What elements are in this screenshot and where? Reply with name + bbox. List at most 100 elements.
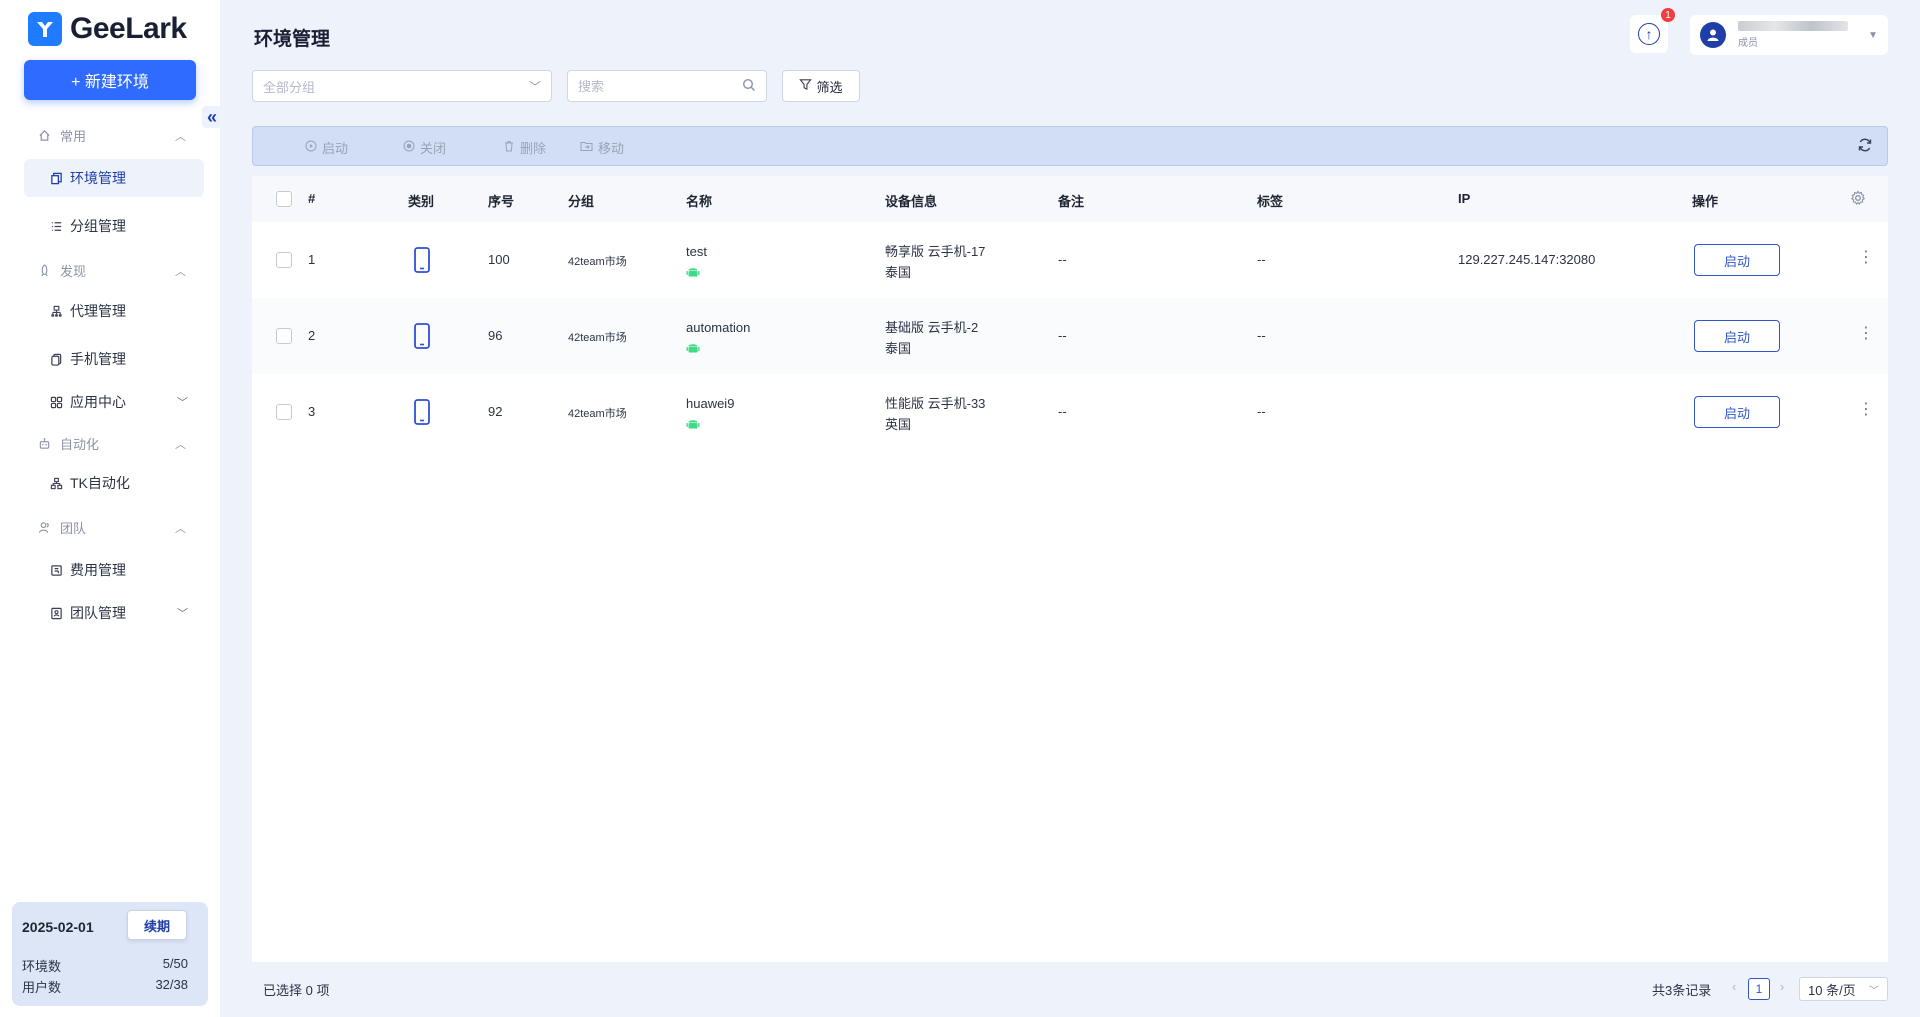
- batch-move-label: 移动: [598, 141, 625, 156]
- chevron-right-icon[interactable]: ›: [1780, 979, 1784, 994]
- refresh-icon[interactable]: [1857, 137, 1873, 158]
- search-icon[interactable]: [742, 78, 756, 95]
- phone-icon: [414, 247, 430, 273]
- sidebar: GeeLark + 新建环境 « 常用 ︿ 环境管理 分组管理 发现 ︿ 代理管…: [0, 0, 222, 1017]
- sidebar-item-label: 应用中心: [70, 394, 126, 410]
- user-role: 成员: [1738, 38, 1758, 49]
- android-icon: [686, 341, 700, 353]
- sidebar-item-team-management[interactable]: 团队管理 ﹀: [24, 594, 204, 632]
- column-header-actions: 操作: [1692, 194, 1719, 209]
- batch-close-button[interactable]: 关闭: [403, 138, 446, 157]
- nav-group-discover[interactable]: 发现 ︿: [36, 261, 186, 280]
- batch-close-label: 关闭: [420, 141, 447, 156]
- page-number-current[interactable]: 1: [1748, 978, 1770, 1000]
- row-device-plan: 基础版 云手机-2: [885, 320, 979, 335]
- row-name: automation: [686, 320, 751, 335]
- sidebar-item-proxy-management[interactable]: 代理管理: [24, 292, 204, 330]
- more-vertical-icon[interactable]: ⋮: [1858, 250, 1874, 266]
- column-header-ip: IP: [1458, 191, 1471, 206]
- start-button[interactable]: 启动: [1694, 244, 1780, 276]
- row-checkbox[interactable]: [276, 252, 292, 268]
- row-tags: --: [1257, 404, 1266, 419]
- row-remark: --: [1058, 328, 1067, 343]
- gear-icon[interactable]: [1850, 190, 1866, 209]
- column-header-remark: 备注: [1058, 194, 1085, 209]
- nav-group-team[interactable]: 团队 ︿: [36, 518, 186, 537]
- row-checkbox[interactable]: [276, 404, 292, 420]
- sidebar-item-label: 费用管理: [70, 562, 126, 578]
- sidebar-item-group-management[interactable]: 分组管理: [24, 207, 204, 245]
- home-icon: [36, 129, 52, 142]
- row-group: 42team市场: [568, 408, 627, 420]
- row-remark: --: [1058, 252, 1067, 267]
- upload-button[interactable]: ↑: [1630, 15, 1668, 53]
- geelark-logo-icon: [28, 12, 62, 46]
- row-checkbox[interactable]: [276, 328, 292, 344]
- search-box[interactable]: [567, 70, 767, 102]
- page-size-select[interactable]: 10 条/页 ﹀: [1799, 977, 1888, 1001]
- row-device-plan: 性能版 云手机-33: [885, 396, 986, 411]
- bill-icon: [48, 564, 64, 577]
- avatar: [1700, 22, 1726, 48]
- select-all-checkbox[interactable]: [276, 191, 292, 207]
- user-menu[interactable]: 成员 ▼: [1690, 15, 1888, 55]
- start-button[interactable]: 启动: [1694, 396, 1780, 428]
- chevron-up-icon: ︿: [175, 130, 186, 143]
- sidebar-item-app-center[interactable]: 应用中心 ﹀: [24, 383, 204, 421]
- sidebar-item-tk-automation[interactable]: TK自动化: [24, 464, 204, 502]
- play-icon: [305, 140, 317, 155]
- row-index: 1: [308, 252, 316, 267]
- table-row[interactable]: 3 92 42team市场 huawei9 性能版 云手机-33 英国 -- -…: [252, 374, 1888, 450]
- environment-table: # 类别 序号 分组 名称 设备信息 备注 标签 IP 操作 1 100 42t…: [252, 176, 1888, 962]
- sidebar-item-label: 分组管理: [70, 218, 126, 234]
- notification-badge: 1: [1661, 8, 1675, 22]
- more-vertical-icon[interactable]: ⋮: [1858, 326, 1874, 342]
- robot-icon: [36, 437, 52, 450]
- team-icon: [36, 521, 52, 534]
- sidebar-item-env-management[interactable]: 环境管理: [24, 159, 204, 197]
- new-environment-button[interactable]: + 新建环境: [24, 60, 196, 100]
- apps-icon: [48, 396, 64, 409]
- nav-group-automation[interactable]: 自动化 ︿: [36, 434, 186, 453]
- batch-move-button[interactable]: 移动: [580, 138, 624, 157]
- row-group: 42team市场: [568, 332, 627, 344]
- flow-icon: [48, 477, 64, 490]
- chevron-down-icon: ﹀: [177, 608, 188, 620]
- start-button[interactable]: 启动: [1694, 320, 1780, 352]
- group-select[interactable]: 全部分组 ﹀: [252, 70, 552, 102]
- page-size-value: 10 条/页: [1808, 982, 1856, 998]
- sidebar-item-billing[interactable]: 费用管理: [24, 551, 204, 589]
- collapse-sidebar-icon[interactable]: «: [202, 106, 222, 128]
- user-count-value: 32/38: [155, 977, 188, 992]
- phone-icon: [414, 399, 430, 425]
- search-input[interactable]: [578, 78, 728, 94]
- row-name: test: [686, 244, 707, 259]
- nav-group-common[interactable]: 常用 ︿: [36, 126, 186, 145]
- team-manage-icon: [48, 607, 64, 620]
- column-header-index: #: [308, 191, 316, 206]
- chevron-left-icon[interactable]: ‹: [1732, 979, 1736, 994]
- column-header-name: 名称: [686, 194, 713, 209]
- sidebar-item-label: 团队管理: [70, 605, 126, 621]
- table-row[interactable]: 1 100 42team市场 test 畅享版 云手机-17 泰国 -- -- …: [252, 222, 1888, 298]
- table-row[interactable]: 2 96 42team市场 automation 基础版 云手机-2 泰国 --…: [252, 298, 1888, 374]
- row-group: 42team市场: [568, 256, 627, 268]
- row-ip: 129.227.245.147:32080: [1458, 252, 1596, 267]
- proxy-icon: [48, 305, 64, 318]
- brand-name: GeeLark: [70, 12, 187, 45]
- more-vertical-icon[interactable]: ⋮: [1858, 402, 1874, 418]
- chevron-up-icon: ︿: [175, 438, 186, 451]
- batch-delete-button[interactable]: 删除: [503, 138, 546, 157]
- arrow-up-icon: ↑: [1638, 23, 1660, 45]
- column-header-group: 分组: [568, 194, 595, 209]
- batch-start-button[interactable]: 启动: [305, 138, 348, 157]
- env-count-row: 环境数 5/50: [22, 956, 188, 975]
- filter-button[interactable]: 筛选: [782, 70, 860, 102]
- sidebar-item-phone-management[interactable]: 手机管理: [24, 340, 204, 378]
- row-index: 3: [308, 404, 316, 419]
- blurred-username: [1738, 21, 1848, 31]
- renew-button[interactable]: 续期: [127, 910, 187, 940]
- chevron-up-icon: ︿: [175, 522, 186, 535]
- logo[interactable]: GeeLark: [28, 12, 187, 46]
- list-icon: [48, 220, 64, 233]
